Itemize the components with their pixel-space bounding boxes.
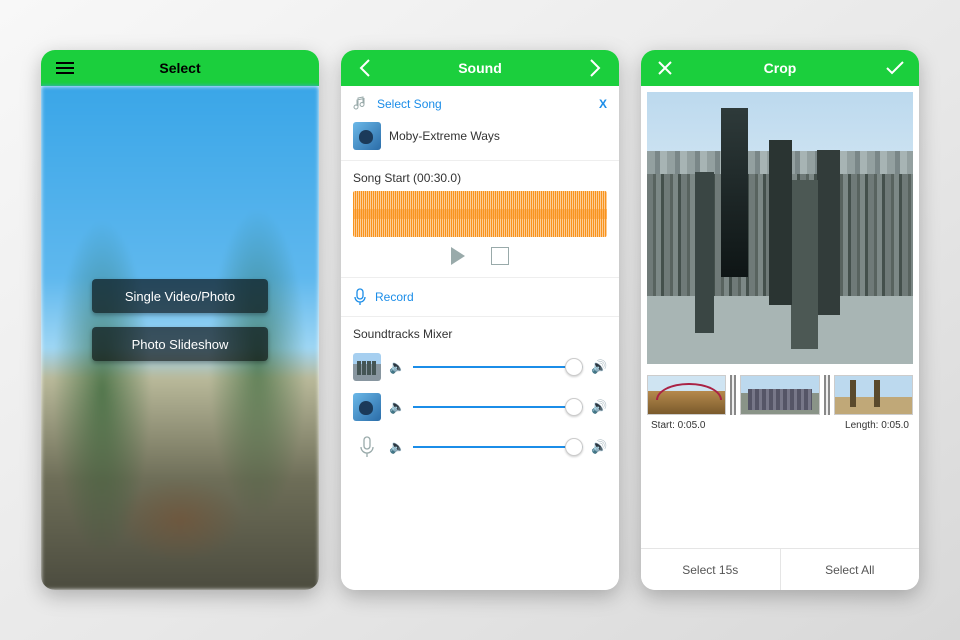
clip-1[interactable]: [647, 375, 726, 415]
current-song-name: Moby-Extreme Ways: [389, 129, 500, 143]
select-15s-button[interactable]: Select 15s: [641, 549, 781, 590]
bottom-bar: Select 15s Select All: [641, 548, 919, 590]
start-time-label: Start: 0:05.0: [651, 420, 705, 431]
volume-slider[interactable]: [413, 406, 583, 408]
trim-handle-left[interactable]: [730, 375, 736, 415]
album-art-thumb: [353, 122, 381, 150]
mode-overlay: Single Video/Photo Photo Slideshow: [41, 50, 319, 590]
header: Crop: [641, 50, 919, 86]
chevron-right-icon: [589, 59, 601, 77]
song-start-label: Song Start (00:30.0): [353, 171, 607, 185]
checkmark-icon: [885, 60, 905, 76]
speaker-high-icon: 🔊: [591, 399, 607, 415]
select-all-button[interactable]: Select All: [781, 549, 920, 590]
trim-handle-right[interactable]: [824, 375, 830, 415]
microphone-icon: [353, 288, 367, 306]
sound-body: Select Song X Moby-Extreme Ways Song Sta…: [341, 86, 619, 590]
mixer-label: Soundtracks Mixer: [353, 327, 607, 341]
speaker-low-icon: 🔈: [389, 359, 405, 375]
speaker-high-icon: 🔊: [591, 439, 607, 455]
phone-crop: Crop Start: 0:05.0 Length: 0:05.0 Select…: [641, 50, 919, 590]
mixer-track-3: 🔈 🔊: [353, 427, 607, 467]
waveform[interactable]: [353, 191, 607, 237]
timeline-labels: Start: 0:05.0 Length: 0:05.0: [641, 420, 919, 439]
volume-slider[interactable]: [413, 366, 583, 368]
record-label: Record: [375, 290, 414, 304]
record-section[interactable]: Record: [341, 278, 619, 317]
forward-button[interactable]: [583, 59, 607, 77]
select-song-section: Select Song X Moby-Extreme Ways: [341, 86, 619, 161]
photo-slideshow-button[interactable]: Photo Slideshow: [92, 327, 268, 361]
mixer-track-1: 🔈 🔊: [353, 347, 607, 387]
mixer-track-2: 🔈 🔊: [353, 387, 607, 427]
length-label: Length: 0:05.0: [845, 420, 909, 431]
select-song-row[interactable]: Select Song X: [353, 96, 607, 112]
microphone-icon: [353, 433, 381, 461]
speaker-low-icon: 🔈: [389, 439, 405, 455]
close-icon: [657, 60, 673, 76]
playback-controls: [353, 243, 607, 267]
phone-sound: Sound Select Song X Moby-Extreme Ways So…: [341, 50, 619, 590]
track-thumb: [353, 353, 381, 381]
current-song-row: Moby-Extreme Ways: [353, 122, 607, 150]
speaker-low-icon: 🔈: [389, 399, 405, 415]
header: Sound: [341, 50, 619, 86]
mixer-section: Soundtracks Mixer 🔈 🔊 🔈 🔊 🔈 🔊: [341, 317, 619, 477]
page-title: Sound: [377, 60, 583, 76]
page-title: Crop: [677, 60, 883, 76]
music-note-icon: [353, 96, 369, 112]
stop-button[interactable]: [491, 247, 509, 265]
single-video-photo-button[interactable]: Single Video/Photo: [92, 279, 268, 313]
select-song-label: Select Song: [377, 97, 442, 111]
confirm-button[interactable]: [883, 60, 907, 76]
volume-slider[interactable]: [413, 446, 583, 448]
clip-3[interactable]: [834, 375, 913, 415]
cancel-button[interactable]: [653, 60, 677, 76]
speaker-high-icon: 🔊: [591, 359, 607, 375]
crop-preview[interactable]: [647, 92, 913, 364]
timeline-strip[interactable]: [641, 370, 919, 420]
song-start-section: Song Start (00:30.0): [341, 161, 619, 278]
back-button[interactable]: [353, 59, 377, 77]
clear-song-button[interactable]: X: [599, 97, 607, 111]
play-button[interactable]: [451, 247, 465, 265]
phone-select: Select Single Video/Photo Photo Slidesho…: [41, 50, 319, 590]
track-thumb: [353, 393, 381, 421]
crop-body: Start: 0:05.0 Length: 0:05.0 Select 15s …: [641, 86, 919, 590]
clip-2[interactable]: [740, 375, 819, 415]
chevron-left-icon: [359, 59, 371, 77]
